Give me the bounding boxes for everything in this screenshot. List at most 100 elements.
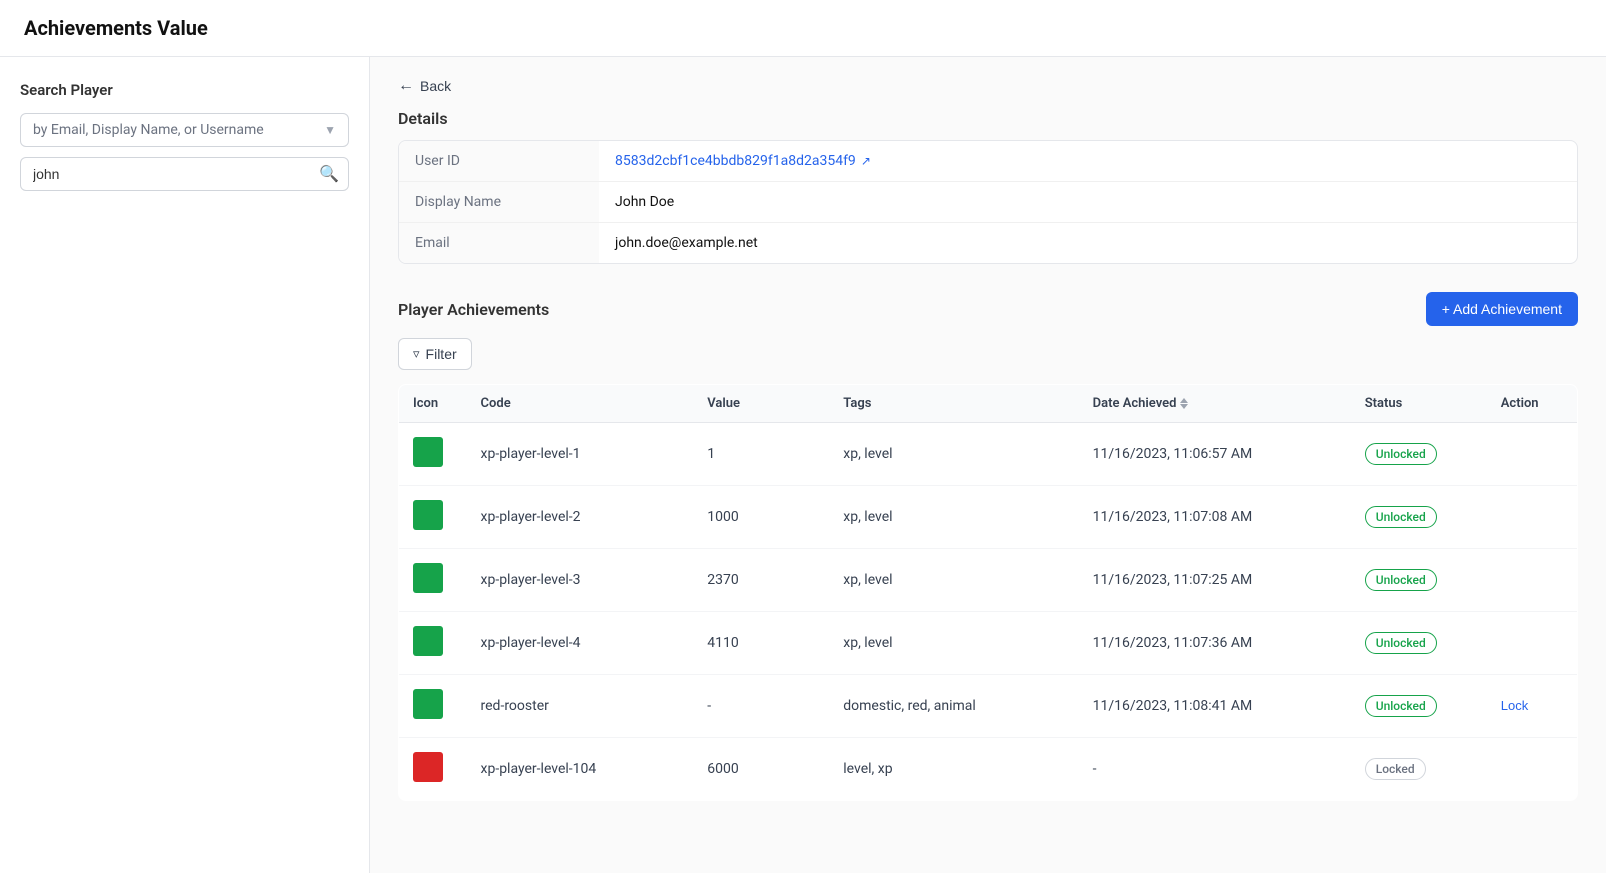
achievement-value: 1000 (693, 486, 829, 549)
achievement-status: Unlocked (1351, 486, 1487, 549)
achievement-tags: xp, level (829, 486, 1078, 549)
status-badge: Unlocked (1365, 695, 1437, 717)
achievement-action (1487, 549, 1578, 612)
user-id-label: User ID (399, 141, 599, 181)
email-label: Email (399, 223, 599, 263)
achievement-action (1487, 612, 1578, 675)
back-button[interactable]: ← Back (398, 77, 451, 95)
achievement-status: Unlocked (1351, 612, 1487, 675)
detail-row-email: Email john.doe@example.net (399, 223, 1577, 263)
achievement-icon-cell (399, 423, 467, 486)
th-icon: Icon (399, 385, 467, 423)
user-id-text: 8583d2cbf1ce4bbdb829f1a8d2a354f9 (615, 153, 856, 169)
achievements-title: Player Achievements (398, 300, 549, 319)
search-section-title: Search Player (20, 81, 349, 99)
achievement-action (1487, 423, 1578, 486)
chevron-down-icon: ▼ (324, 123, 336, 137)
achievement-date: 11/16/2023, 11:07:08 AM (1079, 486, 1351, 549)
table-row: xp-player-level-104 6000 level, xp - Loc… (399, 738, 1578, 801)
achievements-header: Player Achievements + Add Achievement (398, 292, 1578, 326)
achievement-status: Locked (1351, 738, 1487, 801)
th-code: Code (467, 385, 694, 423)
table-header-row: Icon Code Value Tags Date Achieved (399, 385, 1578, 423)
achievement-status: Unlocked (1351, 549, 1487, 612)
search-filter-select[interactable]: by Email, Display Name, or Username ▼ (20, 113, 349, 147)
achievement-date: - (1079, 738, 1351, 801)
search-input-wrap: 🔍 (20, 157, 349, 191)
table-body: xp-player-level-1 1 xp, level 11/16/2023… (399, 423, 1578, 801)
achievement-icon (413, 689, 443, 719)
achievement-icon-cell (399, 549, 467, 612)
filter-button[interactable]: ▿ Filter (398, 338, 472, 370)
email-value: john.doe@example.net (599, 223, 774, 263)
status-badge: Unlocked (1365, 569, 1437, 591)
user-id-link[interactable]: 8583d2cbf1ce4bbdb829f1a8d2a354f9 ↗︎ (615, 153, 871, 169)
th-date-label: Date Achieved (1093, 396, 1177, 411)
achievement-code: red-rooster (467, 675, 694, 738)
achievement-code: xp-player-level-2 (467, 486, 694, 549)
th-tags: Tags (829, 385, 1078, 423)
achievement-date: 11/16/2023, 11:08:41 AM (1079, 675, 1351, 738)
achievement-tags: level, xp (829, 738, 1078, 801)
th-status: Status (1351, 385, 1487, 423)
filter-label: Filter (426, 346, 457, 362)
table-row: xp-player-level-4 4110 xp, level 11/16/2… (399, 612, 1578, 675)
achievement-icon (413, 437, 443, 467)
achievement-action (1487, 738, 1578, 801)
achievement-code: xp-player-level-4 (467, 612, 694, 675)
achievement-date: 11/16/2023, 11:06:57 AM (1079, 423, 1351, 486)
achievement-icon (413, 752, 443, 782)
status-badge: Locked (1365, 758, 1426, 780)
main-layout: Search Player by Email, Display Name, or… (0, 57, 1606, 873)
achievement-action (1487, 486, 1578, 549)
user-id-value: 8583d2cbf1ce4bbdb829f1a8d2a354f9 ↗︎ (599, 141, 887, 181)
achievement-value: 4110 (693, 612, 829, 675)
table-head: Icon Code Value Tags Date Achieved (399, 385, 1578, 423)
status-badge: Unlocked (1365, 443, 1437, 465)
achievement-code: xp-player-level-3 (467, 549, 694, 612)
table-row: xp-player-level-1 1 xp, level 11/16/2023… (399, 423, 1578, 486)
display-name-label: Display Name (399, 182, 599, 222)
achievement-value: 6000 (693, 738, 829, 801)
search-filter-label: by Email, Display Name, or Username (33, 122, 264, 138)
external-link-icon: ↗︎ (861, 154, 871, 168)
achievement-value: - (693, 675, 829, 738)
achievement-date: 11/16/2023, 11:07:25 AM (1079, 549, 1351, 612)
achievement-tags: xp, level (829, 549, 1078, 612)
sort-up-icon (1180, 398, 1188, 403)
achievement-code: xp-player-level-104 (467, 738, 694, 801)
back-arrow-icon: ← (398, 77, 414, 95)
th-date[interactable]: Date Achieved (1079, 385, 1351, 423)
search-button[interactable]: 🔍 (319, 164, 339, 184)
table-row: xp-player-level-2 1000 xp, level 11/16/2… (399, 486, 1578, 549)
achievement-icon-cell (399, 675, 467, 738)
add-achievement-button[interactable]: + Add Achievement (1426, 292, 1578, 326)
lock-button[interactable]: Lock (1501, 698, 1528, 713)
details-title: Details (398, 109, 1578, 128)
th-value: Value (693, 385, 829, 423)
achievement-icon-cell (399, 738, 467, 801)
status-badge: Unlocked (1365, 632, 1437, 654)
achievement-icon (413, 500, 443, 530)
main-content: ← Back Details User ID 8583d2cbf1ce4bbdb… (370, 57, 1606, 873)
achievement-action[interactable]: Lock (1487, 675, 1578, 738)
page-header: Achievements Value (0, 0, 1606, 57)
page-title: Achievements Value (24, 16, 1582, 40)
achievement-tags: xp, level (829, 423, 1078, 486)
achievement-code: xp-player-level-1 (467, 423, 694, 486)
search-input[interactable] (20, 157, 349, 191)
detail-row-displayname: Display Name John Doe (399, 182, 1577, 223)
filter-icon: ▿ (413, 346, 420, 362)
achievement-status: Unlocked (1351, 675, 1487, 738)
display-name-value: John Doe (599, 182, 690, 222)
back-label: Back (420, 78, 451, 94)
achievement-tags: domestic, red, animal (829, 675, 1078, 738)
achievement-icon-cell (399, 486, 467, 549)
table-row: xp-player-level-3 2370 xp, level 11/16/2… (399, 549, 1578, 612)
details-card: User ID 8583d2cbf1ce4bbdb829f1a8d2a354f9… (398, 140, 1578, 264)
achievement-tags: xp, level (829, 612, 1078, 675)
status-badge: Unlocked (1365, 506, 1437, 528)
achievement-icon-cell (399, 612, 467, 675)
achievement-status: Unlocked (1351, 423, 1487, 486)
sort-icon (1180, 398, 1188, 409)
